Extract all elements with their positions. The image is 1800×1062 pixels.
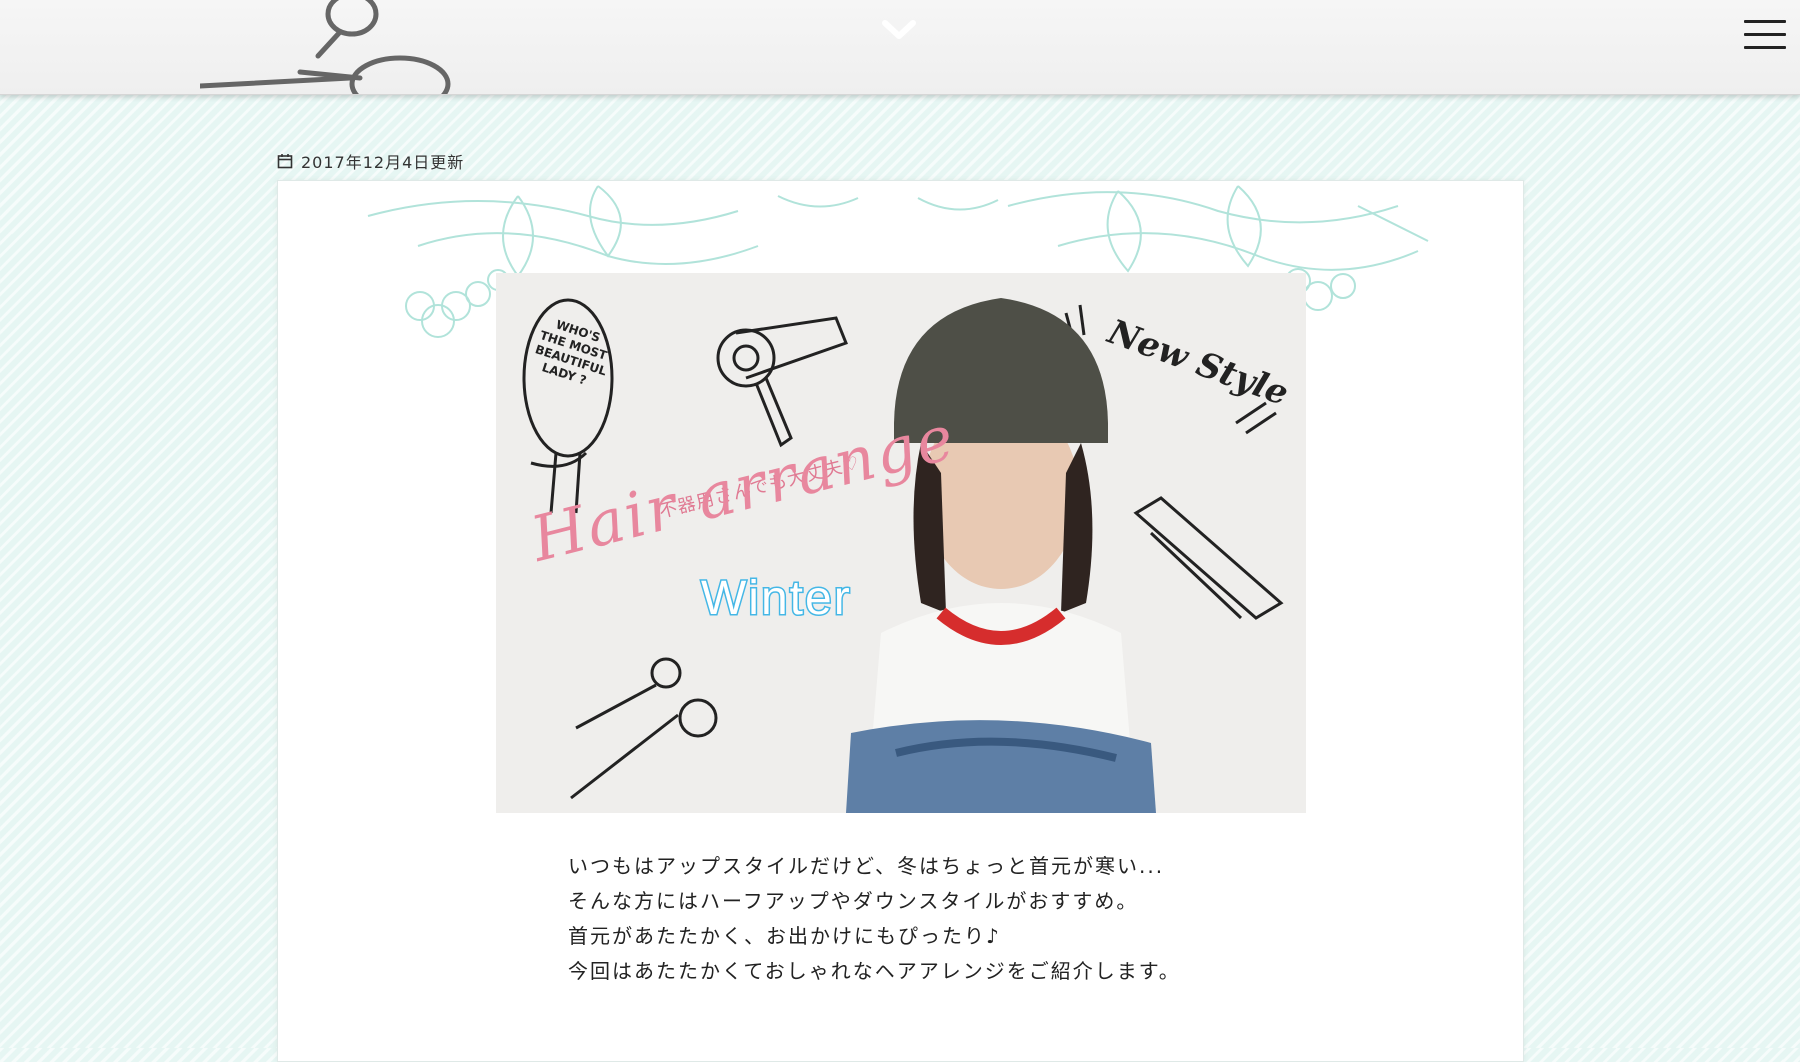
- body-paragraph: 首元があたたかく、お出かけにもぴったり♪: [568, 924, 1001, 948]
- hero-image: WHO'S THE MOST BEAUTIFUL LADY ? 不器用さんでも大…: [496, 273, 1306, 813]
- calendar-icon: [277, 154, 293, 169]
- hero-season: Winter: [700, 571, 852, 627]
- article-body: いつもはアップスタイルだけど、冬はちょっと首元が寒い... そんな方にはハーフア…: [568, 849, 1328, 989]
- body-paragraph: 今回はあたたかくておしゃれなヘアアレンジをご紹介します。: [568, 959, 1181, 983]
- menu-bar: [1744, 20, 1786, 23]
- post-updated-date: 2017年12月4日更新: [301, 153, 465, 172]
- body-paragraph: いつもはアップスタイルだけど、冬はちょっと首元が寒い...: [568, 854, 1165, 878]
- scissors-sketch-icon: [200, 0, 451, 94]
- post-date: 2017年12月4日更新: [277, 150, 464, 172]
- menu-bar: [1744, 33, 1786, 36]
- menu-bar: [1744, 46, 1786, 49]
- site-header: [0, 0, 1800, 95]
- chevron-down-icon[interactable]: [881, 18, 917, 42]
- article-card: WHO'S THE MOST BEAUTIFUL LADY ? 不器用さんでも大…: [277, 180, 1524, 1062]
- hamburger-menu-icon[interactable]: [1744, 20, 1786, 52]
- body-paragraph: そんな方にはハーフアップやダウンスタイルがおすすめ。: [568, 889, 1139, 913]
